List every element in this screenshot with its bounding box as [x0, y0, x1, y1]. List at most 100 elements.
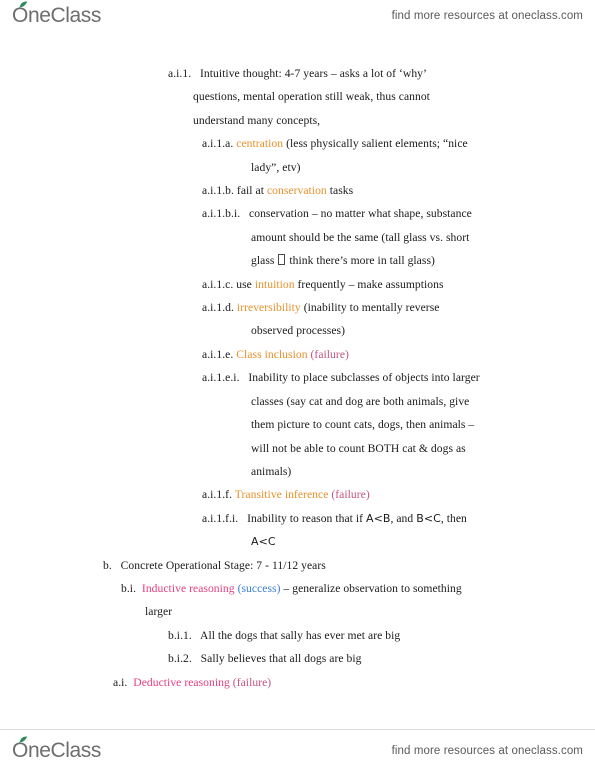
outline-line: b.i.2. Sally believes that all dogs are … [0, 647, 595, 670]
outline-line: a.i.1.b. fail at conservation tasks [0, 179, 595, 202]
outline-label: b.i. [121, 581, 137, 595]
keyword-intuition: intuition [254, 277, 295, 291]
inequality-expression: B<C [416, 511, 441, 525]
outline-line: a.i. Deductive reasoning (failure) [0, 671, 595, 694]
outline-label: b.i.2. [168, 652, 192, 666]
outline-text: All the dogs that sally has ever met are… [191, 628, 401, 642]
outline-label: a.i. [113, 675, 128, 689]
logo-o-letter: O [12, 736, 28, 763]
header-tagline: find more resources at oneclass.com [391, 10, 583, 22]
outline-line: b.i. Inductive reasoning (success) – gen… [0, 577, 595, 600]
outline-text: Inability to place subclasses of objects… [239, 371, 480, 385]
outline-line: b. Concrete Operational Stage: 7 - 11/12… [0, 554, 595, 577]
outline-text: lady”, etv) [251, 160, 301, 174]
outline-text: larger [145, 605, 173, 619]
outline-line: glass think there’s more in tall glass) [0, 249, 595, 272]
outline-text-after: think there’s more in tall glass) [286, 254, 435, 268]
outline-text: observed processes) [251, 324, 345, 338]
outline-line: a.i.1.a. centration (less physically sal… [0, 132, 595, 155]
inequality-expression: A<B [366, 511, 391, 525]
outline-text: classes (say cat and dog are both animal… [251, 394, 470, 408]
outline-line: them picture to count cats, dogs, then a… [0, 413, 595, 436]
outline-text: Inability to reason that if [238, 511, 367, 525]
outline-text: animals) [251, 464, 292, 478]
outline-text: them picture to count cats, dogs, then a… [251, 418, 475, 432]
outline-line: a.i.1.f. Transitive inference (failure) [0, 483, 595, 506]
keyword-centration: centration [233, 137, 284, 151]
outline-text: (inability to mentally reverse [300, 301, 440, 315]
footer-tagline: find more resources at oneclass.com [391, 745, 583, 757]
page-footer: O neClass find more resources at oneclas… [0, 735, 595, 767]
outline-text-before: glass [251, 254, 278, 268]
outline-text-pre: use [233, 277, 255, 291]
outline-text-pre: fail at [233, 184, 267, 198]
page-header: O neClass find more resources at oneclas… [0, 0, 595, 32]
status-failure: (failure) [307, 347, 349, 361]
status-failure: (failure) [229, 675, 272, 689]
outline-line: classes (say cat and dog are both animal… [0, 390, 595, 413]
outline-line: larger [0, 600, 595, 623]
oneclass-logo: O neClass [12, 1, 102, 28]
outline-line: a.i.1.b.i. conservation – no matter what… [0, 202, 595, 225]
outline-text: will not be able to count BOTH cat & dog… [251, 441, 466, 455]
outline-line: a.i.1.d. irreversibility (inability to m… [0, 296, 595, 319]
outline-text: Sally believes that all dogs are big [191, 652, 362, 666]
missing-glyph-icon [278, 254, 286, 266]
outline-label: a.i.1.b.i. [202, 207, 241, 221]
outline-line: a.i.1.e.i. Inability to place subclasses… [0, 366, 595, 389]
outline-line: a.i.1.f.i. Inability to reason that if A… [0, 507, 595, 530]
keyword-deductive-reasoning: Deductive reasoning [127, 675, 230, 689]
leaf-icon [19, 736, 28, 743]
outline-line: questions, mental operation still weak, … [0, 85, 595, 108]
keyword-class-inclusion: Class inclusion [233, 347, 308, 361]
outline-label: a.i.1.a. [202, 137, 234, 151]
outline-label: a.i.1.c. [202, 277, 234, 291]
outline-text: questions, mental operation still weak, … [193, 90, 430, 104]
keyword-conservation: conservation [266, 184, 327, 198]
outline-label: a.i.1. [168, 67, 192, 80]
document-body: a.i.1. Intuitive thought: 4-7 years – as… [0, 62, 595, 694]
outline-text: – generalize observation to something [280, 581, 462, 595]
outline-label: a.i.1.f. [202, 488, 233, 502]
outline-label: a.i.1.e.i. [202, 371, 240, 385]
keyword-transitive-inference: Transitive inference [232, 488, 329, 502]
logo-text-rest: neClass [27, 4, 102, 27]
logo-o-letter: O [12, 1, 28, 28]
oneclass-logo-footer: O neClass [12, 736, 102, 763]
outline-text: frequently – make assumptions [294, 277, 444, 291]
outline-text: tasks [326, 184, 354, 198]
outline-line: understand many concepts, [0, 109, 595, 132]
outline-text: , then [440, 511, 467, 525]
outline-line: observed processes) [0, 319, 595, 342]
outline-line: b.i.1. All the dogs that sally has ever … [0, 624, 595, 647]
outline-label: a.i.1.b. [202, 184, 234, 198]
outline-line: a.i.1. Intuitive thought: 4-7 years – as… [0, 62, 595, 85]
outline-line: will not be able to count BOTH cat & dog… [0, 437, 595, 460]
outline-text: Concrete Operational Stage: 7 - 11/12 ye… [111, 558, 326, 572]
status-success: (success) [234, 581, 281, 595]
outline-text: , and [390, 511, 417, 525]
outline-text: (less physically salient elements; “nice [283, 137, 468, 151]
outline-line: a.i.1.e. Class inclusion (failure) [0, 343, 595, 366]
inequality-expression: A<C [251, 535, 276, 549]
footer-divider [0, 729, 595, 730]
outline-label: a.i.1.d. [202, 301, 234, 315]
keyword-irreversibility: irreversibility [233, 301, 301, 315]
outline-text: amount should be the same (tall glass vs… [251, 230, 470, 244]
logo-text-rest: neClass [27, 739, 102, 762]
outline-line: lady”, etv) [0, 156, 595, 179]
outline-text: understand many concepts, [193, 113, 321, 127]
status-failure: (failure) [328, 488, 370, 502]
outline-line: amount should be the same (tall glass vs… [0, 226, 595, 249]
outline-label: b. [103, 558, 112, 572]
outline-line: animals) [0, 460, 595, 483]
outline-label: a.i.1.e. [202, 347, 234, 361]
outline-text: Intuitive thought: 4-7 years – asks a lo… [191, 67, 427, 80]
outline-line: a.i.1.c. use intuition frequently – make… [0, 273, 595, 296]
outline-label: a.i.1.f.i. [202, 511, 239, 525]
outline-line: A<C [0, 530, 595, 553]
outline-text: conservation – no matter what shape, sub… [240, 207, 472, 221]
leaf-icon [19, 1, 28, 8]
keyword-inductive-reasoning: Inductive reasoning [136, 581, 235, 595]
outline-label: b.i.1. [168, 628, 192, 642]
